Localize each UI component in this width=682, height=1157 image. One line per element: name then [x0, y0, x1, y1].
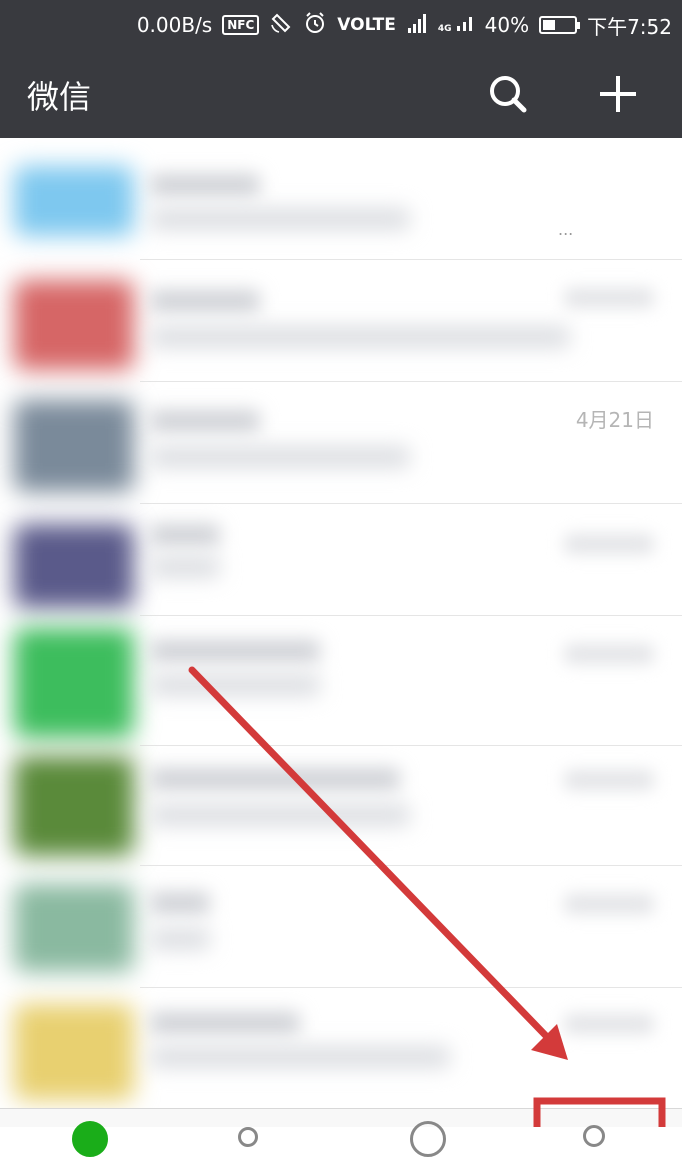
- chat-row[interactable]: [0, 866, 682, 988]
- avatar: [14, 400, 134, 492]
- chat-row[interactable]: [0, 260, 682, 382]
- chat-row[interactable]: [0, 746, 682, 866]
- chat-time: [564, 288, 654, 308]
- status-bar: 0.00B/s NFC VOLTE 4G 40% 下午7:52: [0, 0, 682, 50]
- chat-list: ... 4月21日: [0, 138, 682, 1110]
- clock: 下午7:52: [587, 14, 672, 39]
- alarm-icon: [303, 11, 327, 40]
- chat-name: [150, 892, 210, 914]
- chat-preview: [150, 326, 570, 348]
- avatar: [14, 166, 134, 236]
- chat-name: [150, 174, 260, 196]
- chat-name: [150, 1012, 300, 1034]
- chat-time: 4月21日: [575, 408, 654, 432]
- nfc-badge: NFC: [222, 15, 260, 35]
- avatar: [14, 1004, 134, 1100]
- avatar: [14, 628, 134, 738]
- chat-preview: [150, 208, 410, 230]
- chat-time: [564, 644, 654, 664]
- chat-name: [150, 640, 320, 662]
- battery-level: [543, 20, 556, 30]
- search-icon: [490, 76, 527, 113]
- add-button[interactable]: [594, 70, 642, 118]
- signal-icon: [406, 12, 428, 39]
- tab-chats[interactable]: [72, 1121, 108, 1157]
- chat-time: [564, 770, 654, 790]
- chat-row[interactable]: [0, 504, 682, 616]
- search-button[interactable]: [484, 70, 532, 118]
- chat-row[interactable]: 4月21日: [0, 382, 682, 504]
- avatar: [14, 524, 134, 608]
- chat-preview: [150, 804, 410, 826]
- chat-time: [564, 894, 654, 914]
- volte-label: VOLTE: [337, 15, 396, 35]
- chat-time: [564, 534, 654, 554]
- chat-preview: [150, 928, 210, 950]
- chat-name: [150, 410, 260, 432]
- chat-preview: [150, 556, 220, 578]
- network-speed: 0.00B/s: [136, 13, 213, 37]
- rotate-icon: [269, 11, 293, 40]
- chat-time: [564, 1014, 654, 1034]
- chat-row[interactable]: [0, 988, 682, 1110]
- tab-discover[interactable]: [410, 1121, 446, 1157]
- avatar: [14, 280, 134, 370]
- plus-icon: [600, 76, 636, 112]
- page-title: 微信: [27, 78, 92, 116]
- chat-preview: [150, 446, 410, 468]
- nav-bar: 微信: [0, 50, 682, 138]
- network-type: 4G: [437, 16, 475, 34]
- chat-name: [150, 290, 260, 312]
- chat-row[interactable]: ...: [0, 138, 682, 260]
- chat-name: [150, 524, 220, 546]
- avatar: [14, 884, 134, 972]
- battery-icon: [539, 16, 581, 34]
- tab-contacts[interactable]: [238, 1127, 258, 1147]
- network-type-label: 4G: [437, 23, 452, 34]
- tab-me[interactable]: [583, 1125, 605, 1147]
- chat-name: [150, 768, 400, 790]
- battery-percent: 40%: [484, 13, 530, 37]
- chat-preview: [150, 1046, 450, 1068]
- avatar: [14, 756, 134, 856]
- ellipsis: ...: [558, 220, 574, 239]
- chat-preview: [150, 674, 320, 696]
- chat-row[interactable]: [0, 616, 682, 746]
- bottom-tab-bar: [0, 1108, 682, 1157]
